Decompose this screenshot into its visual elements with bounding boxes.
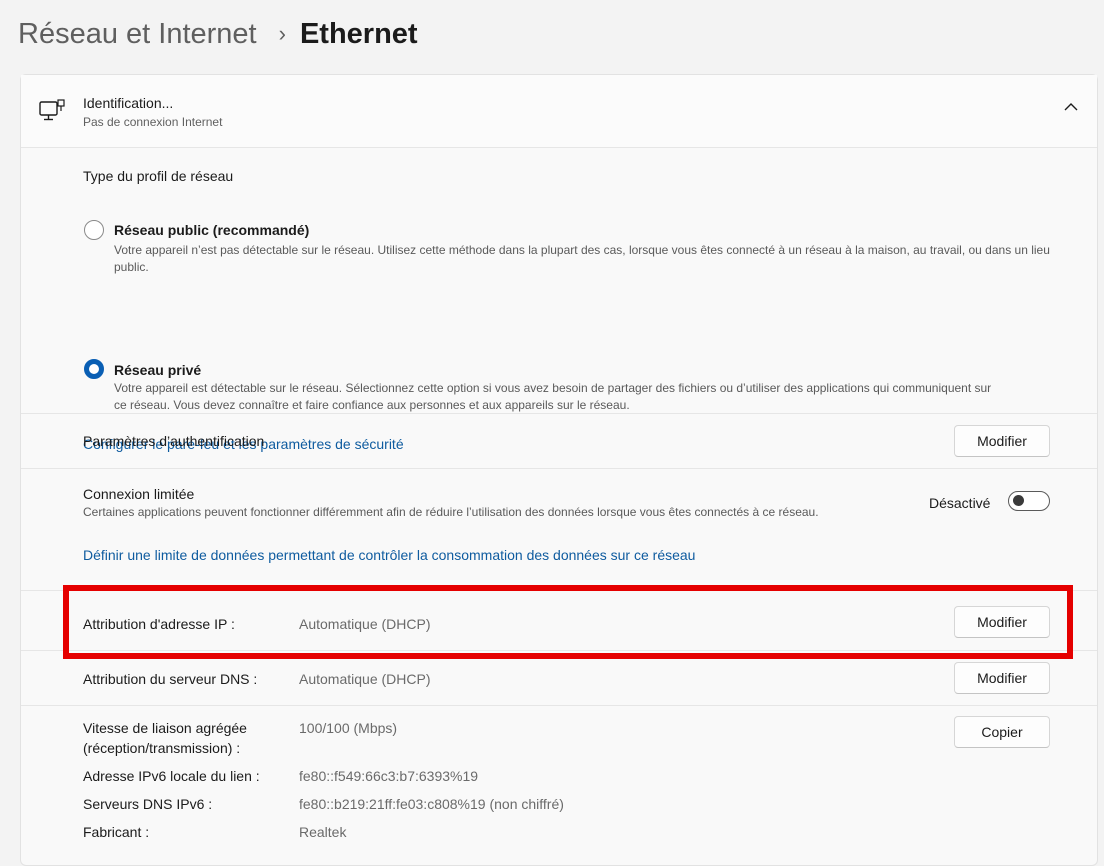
network-status: Pas de connexion Internet [83, 115, 223, 129]
ethernet-monitor-icon [39, 99, 65, 121]
toggle-knob [1013, 495, 1024, 506]
auth-modify-button[interactable]: Modifier [954, 425, 1050, 457]
breadcrumb-separator: › [278, 21, 286, 46]
breadcrumb-parent[interactable]: Réseau et Internet [18, 18, 257, 51]
link-speed-value: 100/100 (Mbps) [299, 720, 398, 736]
radio-public-label[interactable]: Réseau public (recommandé) [114, 222, 309, 238]
auth-settings-label: Paramètres d’authentification [83, 433, 265, 449]
metered-state-label: Désactivé [929, 495, 991, 511]
ipv6-dns-label: Serveurs DNS IPv6 : [83, 796, 213, 812]
radio-public-description: Votre appareil n’est pas détectable sur … [114, 243, 1050, 274]
metered-description: Certaines applications peuvent fonctionn… [83, 505, 819, 519]
metered-connection-row: Connexion limitée Certaines applications… [21, 468, 1097, 591]
metered-label: Connexion limitée [83, 486, 195, 502]
data-limit-link[interactable]: Définir une limite de données permettant… [83, 547, 695, 563]
manufacturer-label: Fabricant : [83, 824, 150, 840]
dns-assignment-value: Automatique (DHCP) [299, 671, 431, 687]
dns-assignment-label: Attribution du serveur DNS : [83, 671, 258, 687]
radio-private-description: Votre appareil est détectable sur le rés… [114, 381, 992, 412]
network-header[interactable]: Identification... Pas de connexion Inter… [21, 75, 1097, 147]
link-speed-label-line1: Vitesse de liaison agrégée [83, 720, 247, 736]
chevron-up-icon[interactable] [1063, 102, 1079, 112]
ethernet-properties-card: Identification... Pas de connexion Inter… [20, 74, 1098, 866]
auth-settings-row: Paramètres d’authentification Modifier [21, 413, 1097, 469]
profile-heading: Type du profil de réseau [83, 168, 234, 184]
link-speed-label-line2: (réception/transmission) : [83, 740, 241, 756]
ipv6-address-label: Adresse IPv6 locale du lien : [83, 768, 260, 784]
dns-modify-button[interactable]: Modifier [954, 662, 1050, 694]
copy-button[interactable]: Copier [954, 716, 1050, 748]
page-title: Ethernet [299, 17, 418, 50]
manufacturer-value: Realtek [299, 824, 347, 840]
network-name: Identification... [83, 95, 174, 111]
ipv6-dns-value: fe80::b219:21ff:fe03:c808%19 (non chiffr… [299, 796, 564, 812]
ipv6-address-value: fe80::f549:66c3:b7:6393%19 [299, 768, 479, 784]
radio-public[interactable] [84, 220, 104, 240]
radio-private-label[interactable]: Réseau privé [114, 362, 201, 378]
breadcrumb: Réseau et Internet › Ethernet [18, 14, 418, 54]
radio-private[interactable] [84, 359, 104, 379]
network-profile-section: Type du profil de réseau Réseau public (… [21, 147, 1097, 452]
metered-toggle[interactable] [1008, 491, 1050, 511]
properties-section: Vitesse de liaison agrégée (réception/tr… [21, 705, 1097, 846]
ip-assignment-highlight-box [63, 585, 1073, 659]
